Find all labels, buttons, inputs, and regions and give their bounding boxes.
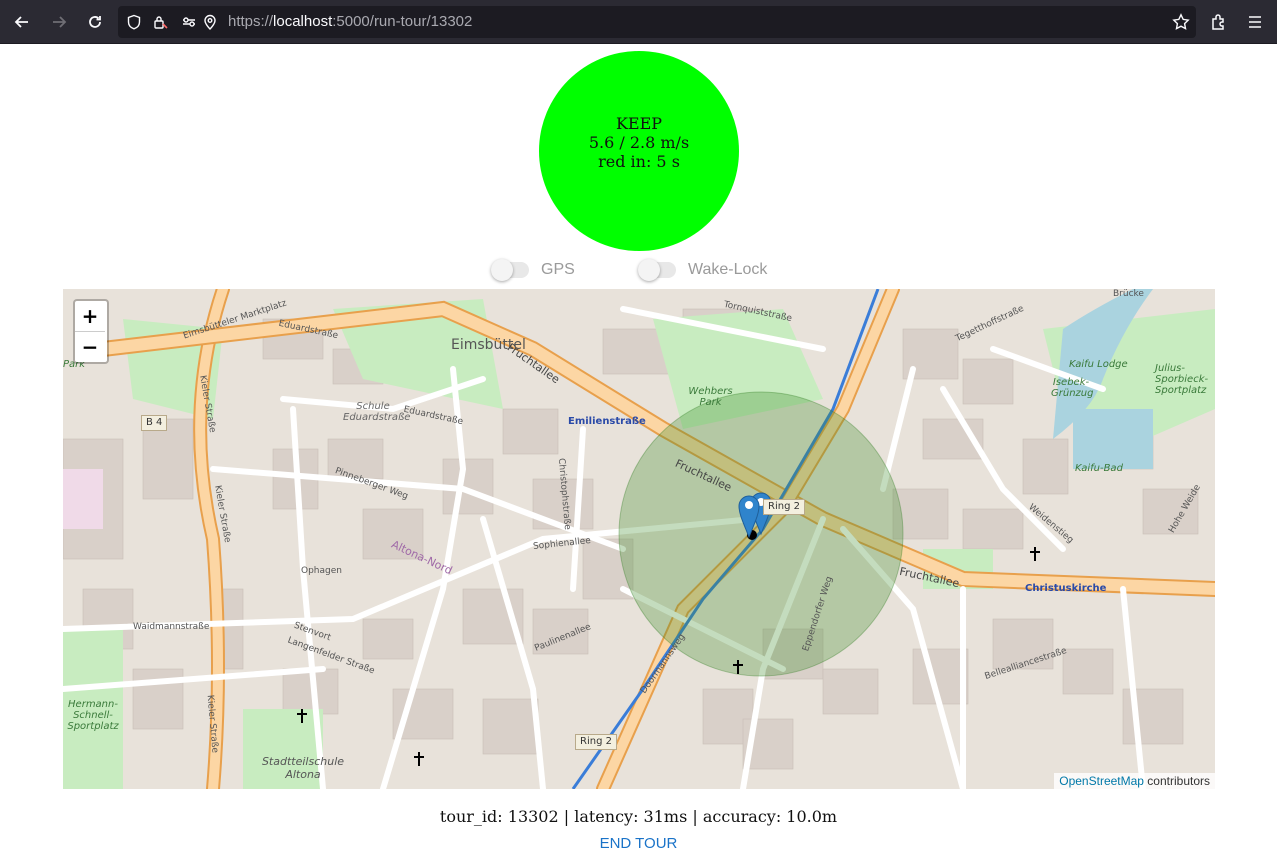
map-label-poi: Hermann-Schnell-Sportplatz [67,699,119,732]
forward-arrow-icon[interactable] [45,8,73,36]
map-tiles [63,289,1215,789]
gps-toggle-label: GPS [541,261,575,278]
attribution-text: contributors [1143,774,1210,788]
gps-toggle[interactable]: GPS [491,259,575,281]
zoom-control: + − [73,299,109,364]
url-text: https://localhost:5000/run-tour/13302 [228,13,473,30]
attribution-link[interactable]: OpenStreetMap [1059,774,1144,788]
location-icon[interactable] [202,14,218,30]
lock-icon[interactable] [152,14,168,30]
shield-icon[interactable] [126,14,142,30]
gps-switch[interactable] [491,259,529,281]
map-label-station: Emilienstraße [568,416,646,427]
map-label-poi: Schule Eduardstraße [343,401,411,423]
zoom-in-button[interactable]: + [75,301,105,331]
map-label-poi: Julius-Sporbieck-Sportplatz [1155,363,1209,396]
tour-info: tour_id: 13302 | latency: 31ms | accurac… [439,807,838,826]
map-label-park: Wehbers Park [688,386,733,408]
extensions-icon[interactable] [1205,8,1233,36]
url-bar[interactable]: https://localhost:5000/run-tour/13302 [118,6,1196,38]
map-label-street: Ophagen [301,566,342,576]
menu-icon[interactable] [1241,8,1269,36]
permissions-icon[interactable] [181,14,197,30]
zoom-out-button[interactable]: − [75,331,105,362]
status-countdown: red in: 5 s [598,151,680,171]
back-arrow-icon[interactable] [8,8,36,36]
map-label-street: Brücke [1113,289,1144,299]
status-speed: 5.6 / 2.8 m/s [588,132,690,152]
reload-icon[interactable] [81,8,109,36]
map[interactable]: Eimsbüttel Fruchtallee Fruchtallee Fruch… [63,289,1215,789]
browser-toolbar: https://localhost:5000/run-tour/13302 [0,0,1277,44]
wakelock-toggle-label: Wake-Lock [688,261,768,278]
map-label-poi: Isebek-Grünzug [1051,377,1094,399]
road-shield: Ring 2 [575,734,617,750]
map-label-church: Christuskirche [1025,583,1107,594]
wakelock-switch[interactable] [638,259,676,281]
star-icon[interactable] [1172,13,1190,31]
wakelock-toggle[interactable]: Wake-Lock [638,259,768,281]
road-shield: Ring 2 [763,499,805,515]
map-label-poi: Stadtteilschule Altona [261,755,345,781]
status-command: KEEP [615,113,663,133]
map-label-street: Waidmannstraße [133,622,210,632]
map-attribution: OpenStreetMap contributors [1054,773,1215,789]
speed-status-indicator: KEEP 5.6 / 2.8 m/s red in: 5 s [539,51,739,251]
end-tour-button[interactable]: END TOUR [0,835,1277,852]
map-label-poi: Kaifu Lodge [1069,359,1128,370]
map-label-poi: Kaifu-Bad [1075,463,1123,474]
road-shield: B 4 [141,415,168,431]
end-tour-label[interactable]: END TOUR [600,835,678,852]
